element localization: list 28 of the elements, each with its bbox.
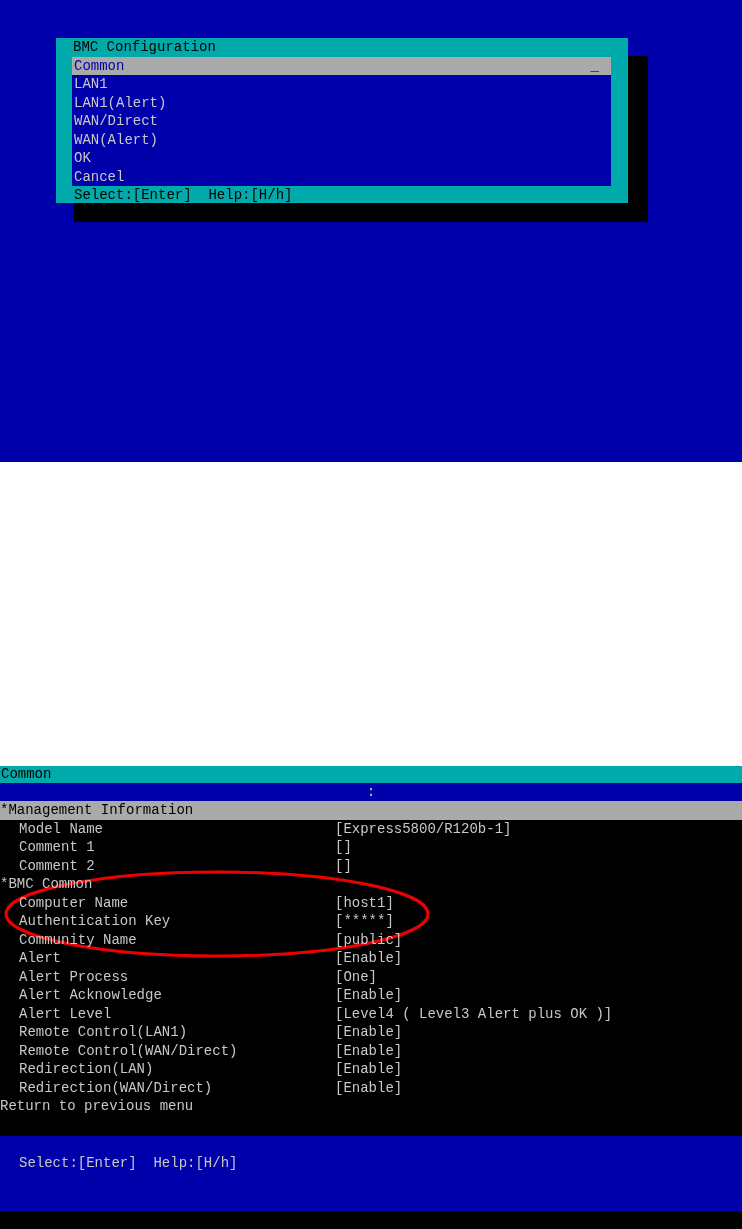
- setting-row[interactable]: Redirection(WAN/Direct) [Enable]: [0, 1078, 742, 1097]
- menu-item[interactable]: LAN1: [72, 75, 611, 94]
- menu-item[interactable]: WAN(Alert): [72, 130, 611, 149]
- menu-item[interactable]: Common _: [72, 56, 611, 75]
- screen-title: Common: [0, 766, 52, 782]
- setting-row[interactable]: Remote Control(LAN1) [Enable]: [0, 1023, 742, 1042]
- dialog-title: BMC Configuration: [72, 38, 216, 57]
- menu-item[interactable]: WAN/Direct: [72, 112, 611, 131]
- setting-row[interactable]: Redirection(LAN) [Enable]: [0, 1060, 742, 1079]
- setting-row[interactable]: Remote Control(WAN/Direct) [Enable]: [0, 1041, 742, 1060]
- setting-row[interactable]: Authentication Key [*****]: [0, 912, 742, 931]
- setting-row[interactable]: Comment 2 []: [0, 856, 742, 875]
- menu-item[interactable]: OK: [72, 149, 611, 168]
- setting-row[interactable]: Alert Process [One]: [0, 967, 742, 986]
- separator-mark: :: [366, 783, 376, 801]
- setting-row[interactable]: Alert Level [Level4 ( Level3 Alert plus OK )]: [0, 1004, 742, 1023]
- menu-item[interactable]: LAN1(Alert): [72, 93, 611, 112]
- text-cursor: _: [590, 56, 599, 75]
- section-heading[interactable]: *Management Information: [0, 801, 742, 820]
- setting-row[interactable]: Alert Acknowledge [Enable]: [0, 986, 742, 1005]
- setting-row[interactable]: Model Name [Express5800/R120b-1]: [0, 819, 742, 838]
- setting-row[interactable]: Alert [Enable]: [0, 949, 742, 968]
- setting-row[interactable]: Comment 1 []: [0, 838, 742, 857]
- key-help: Select:[Enter] Help:[H/h]: [19, 1154, 238, 1171]
- key-help: Select:[Enter] Help:[H/h]: [73, 186, 293, 205]
- menu-item[interactable]: Cancel: [72, 167, 611, 186]
- setting-row[interactable]: Computer Name [host1]: [0, 893, 742, 912]
- return-link[interactable]: Return to previous menu: [0, 1097, 742, 1116]
